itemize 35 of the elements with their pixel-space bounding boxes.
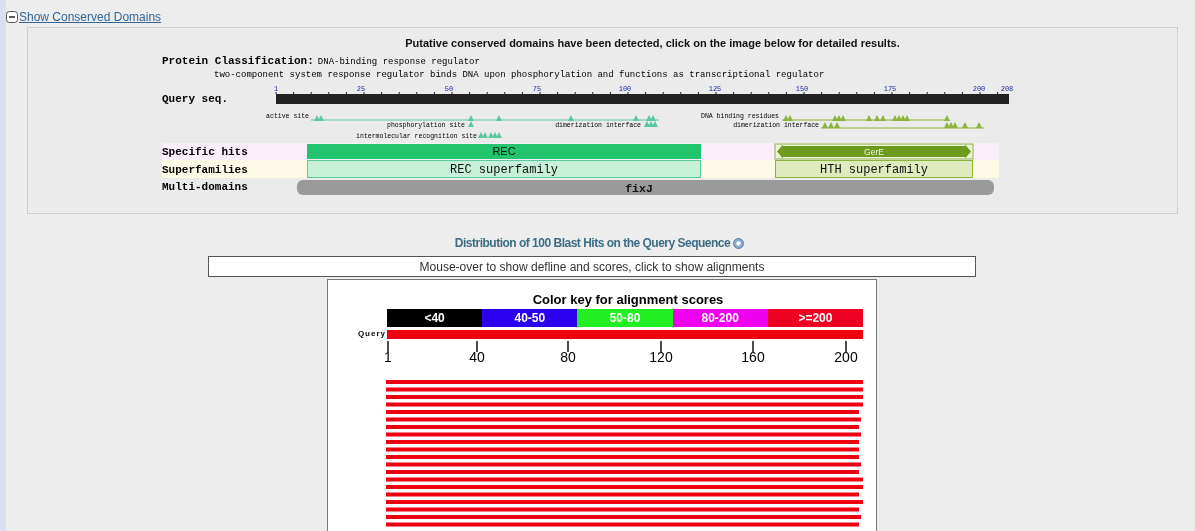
color-key-cell: 80-200 (672, 309, 768, 327)
axis-tick-label: 200 (834, 349, 858, 365)
blast-hits-title: Distribution of 100 Blast Hits on the Query Sequence (454, 235, 731, 252)
axis-tick-label: 40 (469, 349, 485, 365)
collapse-icon[interactable] (6, 10, 18, 23)
axis-tick-label: 160 (741, 349, 765, 365)
color-key-cell: >=200 (767, 309, 863, 327)
show-conserved-domains-link[interactable]: Show Conserved Domains (19, 7, 162, 26)
classification-value: DNA-binding response regulator (317, 55, 480, 69)
site-markers[interactable] (781, 114, 950, 121)
color-key-cell: <40 (387, 309, 483, 327)
axis-tick-label: 120 (649, 349, 673, 365)
panel-heading: Putative conserved domains have been detected, click on the image below for detailed results. (404, 36, 901, 51)
site-markers[interactable] (478, 131, 502, 138)
color-key-title: Color key for alignment scores (531, 292, 725, 308)
color-key-cell: 40-50 (482, 309, 578, 327)
site-markers[interactable] (820, 121, 985, 129)
row-label: Query seq. (162, 92, 228, 105)
query-label: Query (356, 328, 387, 340)
superfamily-block[interactable]: HTH superfamily (775, 159, 973, 178)
site-markers[interactable] (310, 114, 660, 121)
help-icon[interactable] (733, 237, 745, 249)
multi-domain-bar[interactable]: fixJ (297, 179, 994, 195)
axis-tick-label: 80 (560, 349, 576, 365)
hint-bar: Mouse-over to show defline and scores, click to show alignments (208, 256, 976, 277)
color-key-cell: 50-80 (577, 309, 673, 327)
classification-label: Protein Classification: (162, 54, 314, 68)
classification-description: two-component system response regulator binds DNA upon phosphorylation and functions as transcriptional regulator (214, 68, 826, 81)
site-markers[interactable] (468, 120, 474, 127)
site-markers[interactable] (644, 120, 658, 127)
row-label: Specific hits (162, 145, 248, 158)
axis-tick-label: 1 (384, 349, 392, 365)
row-label: Multi-domains (162, 180, 248, 193)
superfamily-block[interactable]: REC superfamily (307, 159, 701, 178)
row-label: Superfamilies (162, 163, 248, 176)
